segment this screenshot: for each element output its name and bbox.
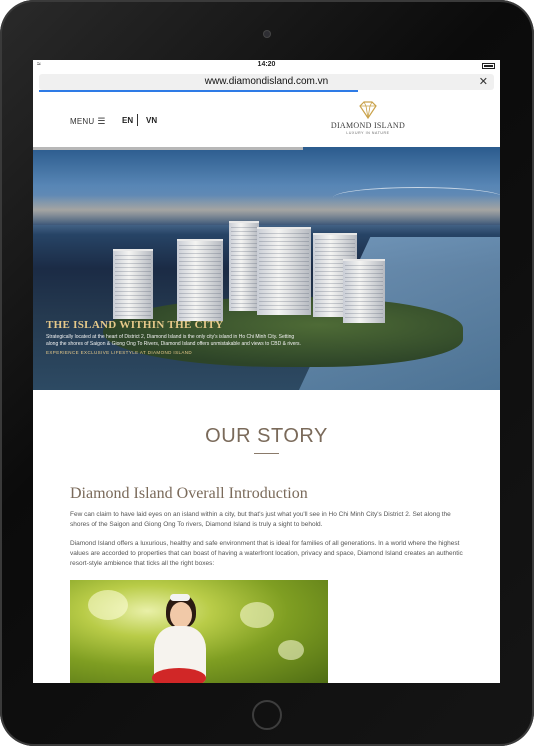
logo-brand-text: DIAMOND ISLAND	[330, 121, 406, 130]
screen: ≈ 14:20 www.diamondisland.com.vn ✕ MENU ☰…	[33, 60, 500, 683]
hamburger-icon: ☰	[97, 116, 106, 126]
menu-button[interactable]: MENU ☰	[70, 116, 106, 127]
tablet-frame: ≈ 14:20 www.diamondisland.com.vn ✕ MENU ☰…	[0, 0, 534, 746]
lang-vn-link[interactable]: VN	[146, 116, 157, 125]
lang-en-link[interactable]: EN	[122, 116, 133, 125]
battery-icon	[482, 63, 495, 69]
close-icon[interactable]: ✕	[479, 75, 488, 88]
tower	[229, 221, 259, 311]
tower	[257, 227, 311, 315]
child-headband	[170, 594, 190, 601]
menu-label: MENU	[70, 117, 95, 126]
home-button[interactable]	[252, 700, 282, 730]
site-logo[interactable]: DIAMOND ISLAND LUXURY IN NATURE	[326, 100, 410, 140]
hero-subtitle: EXPERIENCE EXCLUSIVE LIFESTYLE AT DIAMON…	[46, 350, 193, 355]
page-load-progress	[39, 90, 358, 92]
child-face	[170, 602, 192, 628]
hero-banner: THE ISLAND WITHIN THE CITY Strategically…	[33, 147, 500, 390]
url-text[interactable]: www.diamondisland.com.vn	[39, 76, 494, 87]
hero-description: Strategically located at the heart of Di…	[46, 334, 301, 347]
address-bar[interactable]: www.diamondisland.com.vn ✕	[39, 74, 494, 92]
logo-tagline: LUXURY IN NATURE	[346, 131, 390, 135]
section-title: OUR STORY	[205, 425, 328, 447]
hero-title: THE ISLAND WITHIN THE CITY	[46, 319, 224, 331]
child-skirt	[152, 668, 206, 683]
intro-paragraph: Few can claim to have laid eyes on an is…	[70, 511, 451, 528]
front-camera	[263, 30, 271, 38]
family-photo	[70, 580, 328, 683]
hero-caption: THE ISLAND WITHIN THE CITY Strategically…	[46, 319, 301, 355]
site-header: MENU ☰ EN VN DIAMOND ISLAND LUXURY IN NAT…	[33, 94, 500, 146]
tower	[343, 259, 385, 323]
section-divider	[254, 453, 279, 454]
diamond-logo-icon	[359, 101, 377, 120]
slider-progress	[33, 147, 303, 150]
tower	[177, 239, 223, 321]
intro-paragraph: Diamond Island offers a luxurious, healt…	[70, 540, 463, 567]
status-time: 14:20	[257, 61, 276, 68]
intro-heading: Diamond Island Overall Introduction	[70, 485, 308, 502]
bridge-graphic	[333, 187, 500, 208]
status-bar: ≈ 14:20	[33, 60, 500, 72]
tower	[113, 249, 153, 319]
lang-divider	[137, 114, 138, 126]
